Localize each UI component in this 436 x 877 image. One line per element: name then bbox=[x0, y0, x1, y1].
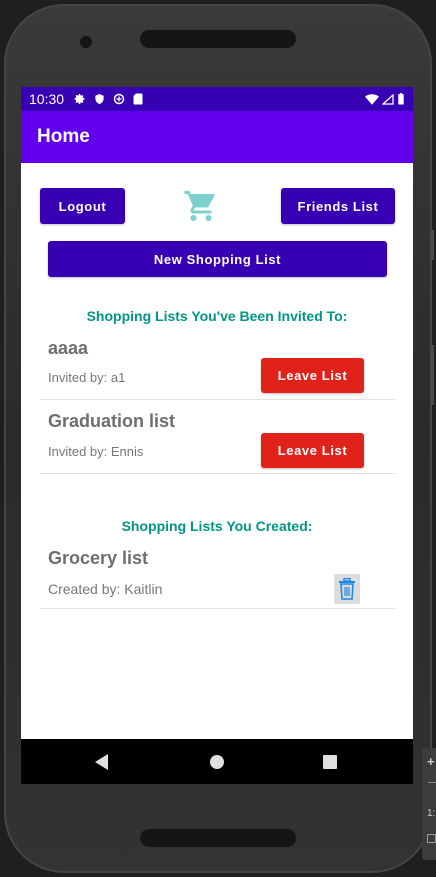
delete-list-button[interactable] bbox=[334, 574, 360, 604]
status-bar: 10:30 bbox=[21, 87, 413, 111]
status-system-icons bbox=[365, 93, 405, 105]
side-panel-text: 1: bbox=[427, 808, 436, 819]
power-button bbox=[431, 345, 434, 405]
data-saver-icon bbox=[113, 93, 125, 105]
front-camera bbox=[80, 36, 92, 48]
list-divider bbox=[40, 399, 395, 400]
zoom-out-icon[interactable] bbox=[428, 782, 436, 783]
home-icon[interactable] bbox=[210, 755, 224, 769]
status-time: 10:30 bbox=[29, 91, 65, 107]
fit-screen-icon[interactable] bbox=[427, 834, 436, 843]
list-invited-by: Invited by: Ennis bbox=[48, 444, 144, 459]
signal-icon bbox=[382, 93, 394, 105]
leave-list-button[interactable]: Leave List bbox=[261, 358, 364, 393]
emulator-device: 10:30 Home Logout Friends List New Shopp… bbox=[0, 0, 436, 877]
shopping-cart-icon bbox=[184, 191, 215, 221]
page-title: Home bbox=[37, 126, 90, 147]
phone-screen: 10:30 Home Logout Friends List New Shopp… bbox=[21, 87, 413, 784]
bottom-speaker bbox=[140, 829, 296, 847]
battery-icon bbox=[398, 93, 404, 105]
system-nav-bar bbox=[21, 739, 413, 784]
list-created-by: Created by: Kaitlin bbox=[48, 581, 163, 597]
trash-icon bbox=[339, 578, 355, 600]
friends-list-button[interactable]: Friends List bbox=[281, 188, 395, 224]
sd-card-icon bbox=[133, 93, 143, 105]
volume-button bbox=[431, 230, 434, 260]
app-bar: Home bbox=[21, 111, 413, 163]
shield-icon bbox=[95, 93, 104, 105]
top-speaker bbox=[140, 30, 296, 48]
list-divider bbox=[40, 608, 395, 609]
list-divider bbox=[40, 473, 395, 474]
list-invited-by: Invited by: a1 bbox=[48, 370, 126, 385]
list-name: Graduation list bbox=[48, 411, 176, 431]
leave-list-button[interactable]: Leave List bbox=[261, 433, 364, 468]
recents-icon[interactable] bbox=[323, 755, 337, 769]
status-notification-icons bbox=[74, 93, 143, 105]
zoom-in-icon[interactable]: + bbox=[427, 754, 435, 769]
emulator-side-panel: + 1: bbox=[422, 748, 436, 860]
created-lists-heading: Shopping Lists You Created: bbox=[121, 518, 313, 534]
list-name: aaaa bbox=[48, 338, 89, 358]
new-shopping-list-button[interactable]: New Shopping List bbox=[48, 241, 387, 277]
wifi-icon bbox=[365, 93, 379, 105]
settings-gear-icon bbox=[74, 94, 85, 104]
list-name: Grocery list bbox=[48, 548, 149, 568]
back-icon[interactable] bbox=[95, 754, 109, 770]
logout-button[interactable]: Logout bbox=[40, 188, 125, 224]
invited-lists-heading: Shopping Lists You've Been Invited To: bbox=[86, 308, 348, 324]
